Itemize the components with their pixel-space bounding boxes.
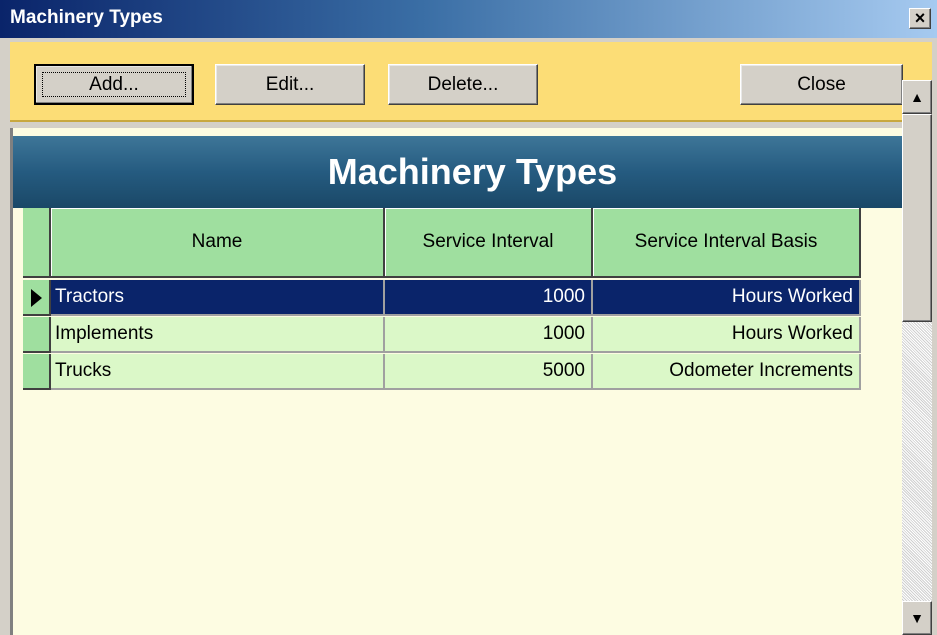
form-heading-banner: Machinery Types bbox=[13, 136, 932, 208]
form-body: Machinery Types Name Service Interval Se… bbox=[10, 128, 932, 635]
cell-service-interval-basis[interactable]: Hours Worked bbox=[593, 280, 861, 316]
column-header-service-interval[interactable]: Service Interval bbox=[385, 208, 593, 278]
close-button-label: Close bbox=[797, 73, 846, 95]
current-record-arrow-icon bbox=[31, 289, 42, 307]
column-header-service-interval-basis[interactable]: Service Interval Basis bbox=[593, 208, 861, 278]
edit-button[interactable]: Edit... bbox=[215, 64, 365, 105]
table-row[interactable]: Implements 1000 Hours Worked bbox=[23, 317, 861, 353]
row-selector[interactable] bbox=[23, 317, 51, 353]
table-row[interactable]: Tractors 1000 Hours Worked bbox=[23, 280, 861, 316]
table-row[interactable]: Trucks 5000 Odometer Increments bbox=[23, 354, 861, 390]
scroll-down-button[interactable]: ▼ bbox=[902, 601, 932, 635]
cell-service-interval[interactable]: 1000 bbox=[385, 280, 593, 316]
window-title: Machinery Types bbox=[10, 7, 163, 28]
close-button[interactable]: Close bbox=[740, 64, 903, 105]
grid-header-row: Name Service Interval Service Interval B… bbox=[23, 208, 861, 278]
window-close-button[interactable]: × bbox=[909, 8, 931, 29]
edit-button-label: Edit... bbox=[265, 73, 315, 95]
cell-name[interactable]: Trucks bbox=[51, 354, 385, 390]
column-header-name[interactable]: Name bbox=[51, 208, 385, 278]
vertical-scrollbar[interactable]: ▲ ▼ bbox=[902, 80, 932, 635]
add-button-label: Add... bbox=[89, 73, 139, 95]
row-selector[interactable] bbox=[23, 354, 51, 390]
cell-service-interval-basis[interactable]: Hours Worked bbox=[593, 317, 861, 353]
close-icon: × bbox=[914, 8, 926, 28]
cell-name[interactable]: Implements bbox=[51, 317, 385, 353]
cell-service-interval[interactable]: 1000 bbox=[385, 317, 593, 353]
scroll-down-icon: ▼ bbox=[910, 610, 924, 626]
row-selector-header bbox=[23, 208, 51, 278]
add-button[interactable]: Add... bbox=[34, 64, 194, 105]
toolbar: Add... Edit... Delete... Close bbox=[0, 38, 937, 128]
form-heading: Machinery Types bbox=[327, 151, 618, 192]
scroll-up-button[interactable]: ▲ bbox=[902, 80, 932, 114]
scrollbar-thumb[interactable] bbox=[902, 114, 932, 322]
title-bar: Machinery Types × bbox=[0, 0, 937, 38]
cell-service-interval[interactable]: 5000 bbox=[385, 354, 593, 390]
cell-service-interval-basis[interactable]: Odometer Increments bbox=[593, 354, 861, 390]
toolbar-panel: Add... Edit... Delete... Close bbox=[10, 42, 932, 122]
delete-button-label: Delete... bbox=[427, 73, 499, 95]
row-selector[interactable] bbox=[23, 280, 51, 316]
delete-button[interactable]: Delete... bbox=[388, 64, 538, 105]
cell-name[interactable]: Tractors bbox=[51, 280, 385, 316]
scroll-up-icon: ▲ bbox=[910, 89, 924, 105]
